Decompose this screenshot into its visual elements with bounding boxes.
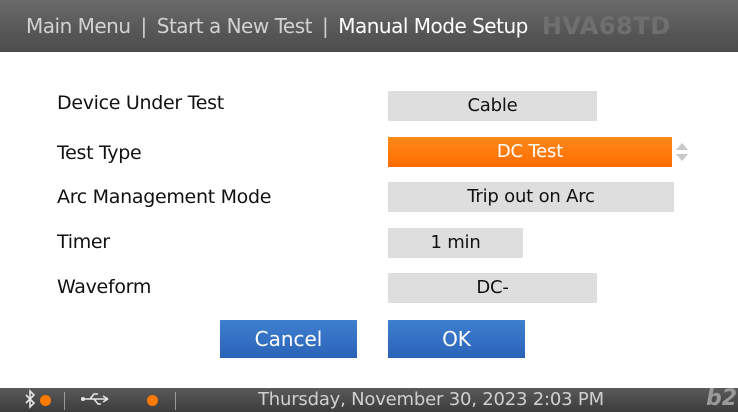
bluetooth-icon: [24, 389, 36, 412]
device-under-test-field[interactable]: Cable: [388, 91, 597, 121]
up-arrow-icon[interactable]: [676, 143, 688, 150]
breadcrumb-start-new-test[interactable]: Start a New Test: [157, 14, 313, 38]
breadcrumb-separator: |: [140, 14, 148, 38]
bluetooth-status-dot: [40, 395, 51, 406]
test-type-label: Test Type: [57, 142, 142, 164]
arc-management-mode-label: Arc Management Mode: [57, 186, 272, 208]
status-divider: [175, 392, 176, 410]
status-divider: [64, 392, 65, 410]
waveform-label: Waveform: [57, 276, 152, 298]
usb-status-dot: [147, 395, 158, 406]
header-divider: [0, 52, 738, 58]
test-type-field[interactable]: DC Test: [388, 137, 672, 167]
up-down-spinner-icon[interactable]: [676, 141, 688, 163]
breadcrumb-separator: |: [321, 14, 329, 38]
device-under-test-label: Device Under Test: [57, 92, 224, 114]
breadcrumb: Main Menu | Start a New Test | Manual Mo…: [0, 0, 738, 52]
header-bar: Main Menu | Start a New Test | Manual Mo…: [0, 0, 738, 58]
usb-icon: [80, 389, 112, 412]
breadcrumb-main-menu[interactable]: Main Menu: [26, 14, 131, 38]
waveform-field[interactable]: DC-: [388, 273, 597, 303]
down-arrow-icon[interactable]: [676, 154, 688, 161]
ok-button[interactable]: OK: [388, 320, 525, 358]
model-name: HVA68TD: [541, 12, 671, 40]
cancel-button[interactable]: Cancel: [220, 320, 357, 358]
status-bar: Thursday, November 30, 2023 2:03 PM b2: [0, 386, 738, 412]
manual-mode-setup-screen: Main Menu | Start a New Test | Manual Mo…: [0, 0, 738, 412]
timer-label: Timer: [57, 231, 110, 253]
breadcrumb-current: Manual Mode Setup: [338, 14, 528, 38]
brand-logo: b2: [706, 386, 738, 411]
arc-management-mode-field[interactable]: Trip out on Arc: [388, 182, 674, 212]
date-time: Thursday, November 30, 2023 2:03 PM: [258, 389, 604, 410]
timer-field[interactable]: 1 min: [388, 228, 523, 258]
